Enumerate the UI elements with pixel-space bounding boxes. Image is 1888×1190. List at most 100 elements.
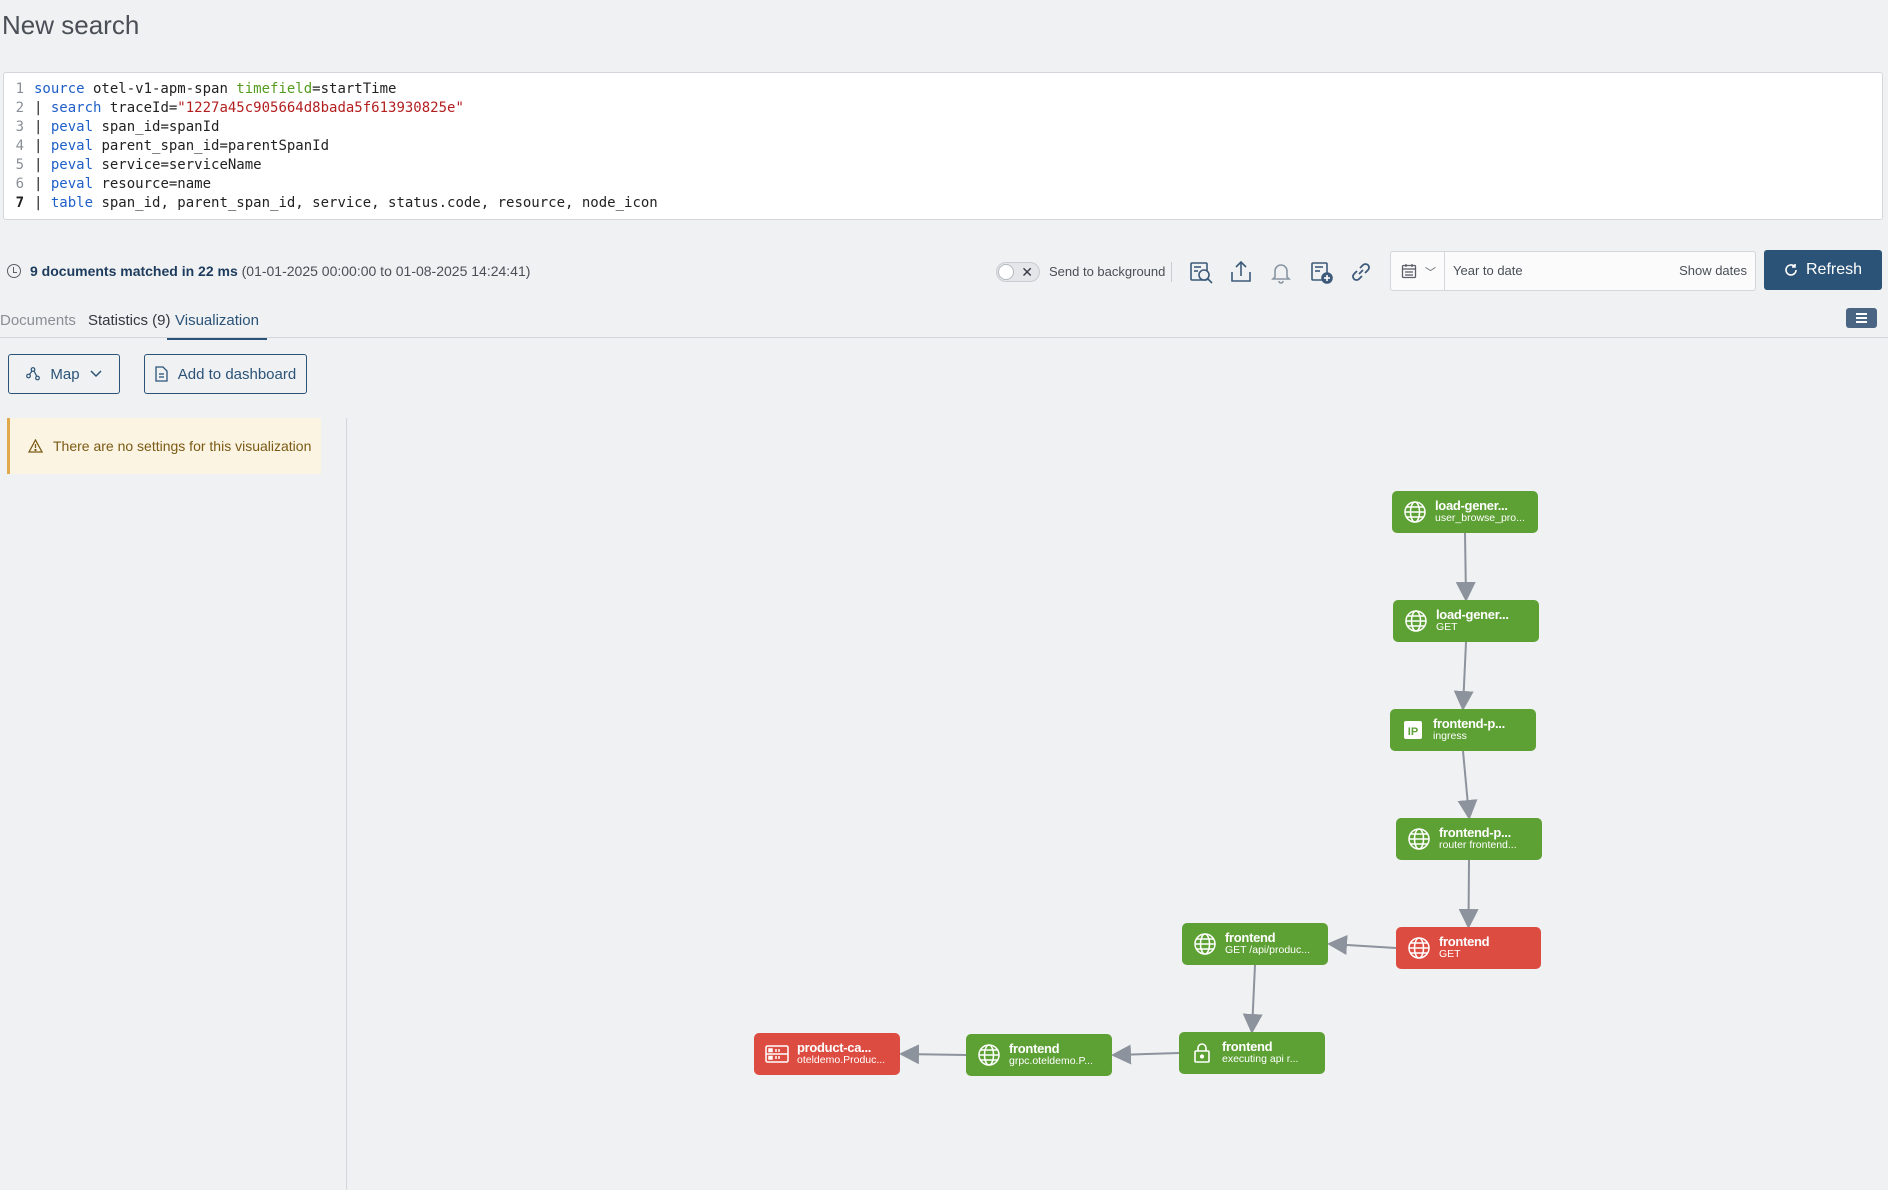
line-number: 6: [15, 176, 24, 192]
code-line: 1 source otel-v1-apm-span timefield =start…: [4, 80, 1882, 99]
calendar-button[interactable]: ﹀: [1391, 252, 1445, 290]
trace-node[interactable]: frontend GET: [1396, 927, 1541, 969]
link-icon[interactable]: [1347, 258, 1375, 286]
trace-node[interactable]: load-gener... GET: [1393, 600, 1539, 642]
match-count: 9 documents matched in 22 ms: [30, 263, 238, 279]
date-range-value[interactable]: Year to date: [1453, 263, 1523, 278]
node-service: load-gener...: [1435, 500, 1508, 513]
page-title: New search: [2, 10, 140, 40]
node-resource: user_browse_pro...: [1435, 512, 1525, 524]
date-picker[interactable]: ﹀ Year to date Show dates: [1390, 251, 1756, 291]
trace-node[interactable]: product-ca... oteldemo.Produc...: [754, 1033, 900, 1075]
add-report-icon[interactable]: [1307, 258, 1335, 286]
globe-icon: [1406, 826, 1432, 852]
clock-icon: [7, 264, 21, 278]
code-token: |: [34, 176, 51, 192]
match-range: (01-01-2025 00:00:00 to 01-08-2025 14:24…: [237, 263, 531, 279]
node-resource: GET: [1436, 621, 1458, 633]
trace-edge: [1453, 641, 1474, 711]
node-service: product-ca...: [797, 1042, 872, 1055]
trace-edge: [1457, 750, 1478, 820]
send-to-background-toggle[interactable]: ✕: [996, 262, 1040, 282]
add-to-dashboard-button[interactable]: Add to dashboard: [144, 354, 307, 394]
calendar-icon: [1401, 264, 1417, 279]
trace-node[interactable]: frontend GET /api/produc...: [1182, 923, 1328, 965]
node-resource: ingress: [1433, 730, 1467, 742]
code-line: 2 | search traceId= "1227a45c905664d8bada5…: [4, 99, 1882, 118]
add-to-dashboard-label: Add to dashboard: [177, 365, 297, 383]
trace-node[interactable]: frontend grpc.oteldemo.P...: [966, 1034, 1112, 1076]
code-token: resource=name: [93, 176, 212, 192]
code-token: |: [34, 119, 51, 135]
warning-icon: [28, 439, 43, 453]
query-editor[interactable]: 1 source otel-v1-apm-span timefield =start…: [3, 72, 1883, 220]
code-token: search: [50, 100, 102, 116]
code-token: timefield: [236, 81, 313, 97]
no-settings-callout: There are no settings for this visualiza…: [7, 418, 321, 474]
node-service: frontend: [1009, 1043, 1060, 1056]
code-token: parent_span_id=parentSpanId: [93, 138, 330, 154]
node-service: frontend-p...: [1439, 827, 1511, 840]
code-token: span_id, parent_span_id, service, status…: [93, 195, 658, 211]
match-summary: 9 documents matched in 22 ms (01-01-2025…: [30, 263, 530, 279]
code-token: traceId=: [101, 100, 178, 116]
globe-icon: [1192, 931, 1218, 957]
refresh-button[interactable]: Refresh: [1764, 250, 1882, 290]
document-icon: [155, 366, 168, 382]
trace-edge: [1455, 532, 1476, 602]
code-token: peval: [50, 119, 94, 135]
node-service: load-gener...: [1436, 609, 1509, 622]
list-view-button[interactable]: [1846, 308, 1877, 328]
ip-icon: IP: [1400, 717, 1426, 743]
code-token: peval: [50, 138, 94, 154]
divider: [1171, 262, 1172, 282]
code-token: otel-v1-apm-span: [84, 81, 237, 97]
trace-node[interactable]: frontend-p... router frontend...: [1396, 818, 1542, 860]
inspect-search-icon[interactable]: [1187, 258, 1215, 286]
trace-edge: [1111, 1044, 1180, 1065]
visualization-type-dropdown[interactable]: Map: [8, 354, 120, 394]
refresh-icon: [1785, 264, 1797, 276]
trace-node[interactable]: IP frontend-p... ingress: [1390, 709, 1536, 751]
refresh-label: Refresh: [1805, 261, 1863, 278]
no-settings-message: There are no settings for this visualiza…: [53, 438, 312, 454]
node-service: frontend-p...: [1433, 718, 1505, 731]
map-graph-icon: [26, 367, 41, 381]
trace-edge: [899, 1044, 967, 1065]
trace-node[interactable]: frontend executing api r...: [1179, 1032, 1325, 1074]
visualization-type-label: Map: [50, 365, 80, 383]
node-labels: frontend-p... ingress: [1433, 718, 1505, 742]
close-icon: ✕: [1021, 264, 1033, 280]
node-resource: oteldemo.Produc...: [797, 1054, 886, 1066]
node-resource: executing api r...: [1222, 1053, 1299, 1065]
trace-edge: [1242, 964, 1263, 1034]
bell-icon[interactable]: [1267, 258, 1295, 286]
code-token: peval: [50, 157, 94, 173]
code-token: span_id=spanId: [93, 119, 220, 135]
code-token: |: [34, 195, 51, 211]
chevron-down-icon: [90, 370, 102, 378]
line-number: 2: [15, 100, 24, 116]
panel-divider: [346, 418, 347, 1190]
node-service: frontend: [1225, 932, 1276, 945]
show-dates-link[interactable]: Show dates: [1679, 263, 1747, 278]
code-token: table: [50, 195, 94, 211]
node-labels: frontend grpc.oteldemo.P...: [1009, 1043, 1093, 1067]
share-icon[interactable]: [1227, 258, 1255, 286]
code-token: service=serviceName: [93, 157, 262, 173]
line-number: 5: [15, 157, 24, 173]
send-to-background-label: Send to background: [1049, 264, 1166, 279]
node-resource: GET /api/produc...: [1225, 944, 1311, 956]
code-token: |: [34, 138, 51, 154]
tab-documents[interactable]: Documents: [0, 312, 76, 329]
tab-statistics[interactable]: Statistics (9): [88, 312, 171, 329]
code-token: |: [34, 100, 51, 116]
line-number: 1: [15, 81, 24, 97]
trace-node[interactable]: load-gener... user_browse_pro...: [1392, 491, 1538, 533]
tab-visualization[interactable]: Visualization: [167, 312, 267, 340]
chevron-down-icon: ﹀: [1425, 267, 1436, 279]
code-token: "1227a45c905664d8bada5f613930825e": [177, 100, 464, 116]
code-line: 7 | table span_id, parent_span_id, servic…: [4, 194, 1882, 213]
globe-icon: [1403, 608, 1429, 634]
node-labels: load-gener... user_browse_pro...: [1435, 500, 1525, 524]
